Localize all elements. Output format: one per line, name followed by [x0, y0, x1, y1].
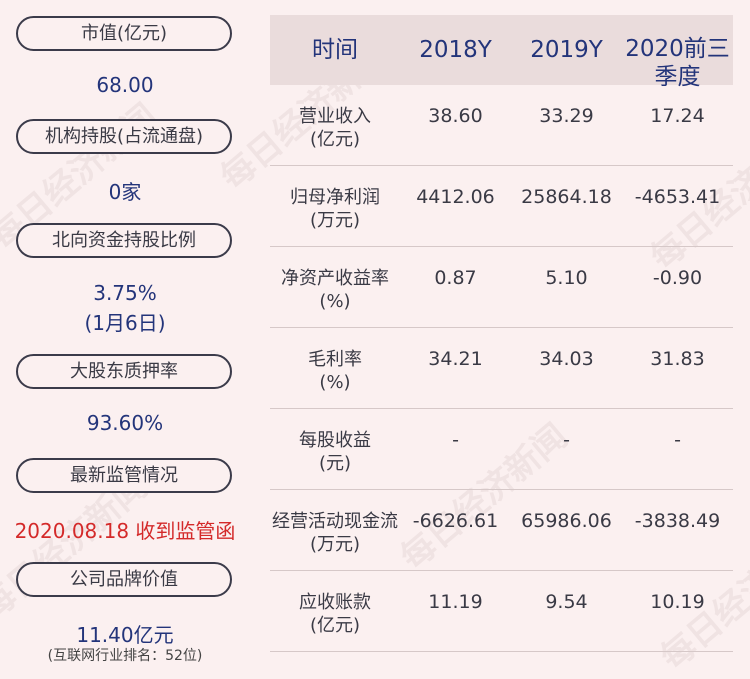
cell-2018: 4412.06	[416, 186, 495, 208]
cell-2018: -6626.61	[412, 510, 499, 532]
row-label: 毛利率 (%)	[308, 349, 362, 393]
stock-summary-panel: 市值(亿元) 68.00 机构持股(占流通盘) 0家 北向资金持股比例 3.75…	[0, 0, 250, 678]
institution-holding-label: 机构持股(占流通盘)	[16, 119, 232, 154]
cell-2020: -0.90	[652, 267, 703, 289]
cell-2019: 65986.06	[521, 510, 612, 532]
cell-2019: 25864.18	[521, 186, 612, 208]
brand-rank: (互联网行业排名：52位)	[47, 648, 203, 664]
pledge-ratio-value: 93.60%	[86, 411, 164, 435]
table-header: 时间 2018Y 2019Y 2020前三季度	[270, 15, 733, 90]
cell-2019: 34.03	[539, 348, 594, 370]
header-2018: 2018Y	[419, 37, 492, 63]
brand-value-label: 公司品牌价值	[16, 562, 232, 597]
cell-2019: 5.10	[545, 267, 588, 289]
header-2020q3: 2020前三季度	[625, 36, 730, 90]
cell-2019: 33.29	[539, 105, 594, 127]
northbound-ratio-value: 3.75%	[93, 281, 157, 305]
row-label: 应收账款 (亿元)	[299, 592, 371, 636]
row-label: 净资产收益率 (%)	[281, 268, 389, 312]
cell-2020: 31.83	[650, 348, 705, 370]
cell-2020: -	[674, 429, 681, 451]
row-label: 经营活动现金流 (万元)	[272, 511, 398, 555]
table-row: 经营活动现金流 (万元) -6626.61 65986.06 -3838.49	[270, 490, 733, 571]
market-cap-label: 市值(亿元)	[16, 16, 232, 51]
cell-2018: 11.19	[428, 591, 483, 613]
table-row: 营业收入 (亿元) 38.60 33.29 17.24	[270, 85, 733, 166]
table-row: 应收账款 (亿元) 11.19 9.54 10.19	[270, 571, 733, 652]
cell-2018: 0.87	[434, 267, 477, 289]
cell-2018: 38.60	[428, 105, 483, 127]
table-row: 每股收益 (元) - - -	[270, 409, 733, 490]
cell-2020: 17.24	[650, 105, 705, 127]
northbound-ratio-date: (1月6日)	[84, 311, 166, 335]
pledge-ratio-label: 大股东质押率	[16, 354, 232, 389]
table-row: 毛利率 (%) 34.21 34.03 31.83	[270, 328, 733, 409]
financial-table: 时间 2018Y 2019Y 2020前三季度 营业收入 (亿元) 38.60 3…	[270, 15, 733, 652]
header-time: 时间	[312, 37, 358, 63]
row-label: 营业收入 (亿元)	[299, 106, 371, 150]
market-cap-value: 68.00	[96, 73, 154, 97]
cell-2020: -4653.41	[634, 186, 721, 208]
table-row: 归母净利润 (万元) 4412.06 25864.18 -4653.41	[270, 166, 733, 247]
cell-2019: 9.54	[545, 591, 588, 613]
row-label: 每股收益 (元)	[299, 430, 371, 474]
cell-2020: 10.19	[650, 591, 705, 613]
cell-2018: -	[452, 429, 459, 451]
cell-2020: -3838.49	[634, 510, 721, 532]
header-2019: 2019Y	[530, 37, 603, 63]
institution-holding-value: 0家	[108, 180, 142, 204]
row-label: 归母净利润 (万元)	[290, 187, 380, 231]
table-row: 净资产收益率 (%) 0.87 5.10 -0.90	[270, 247, 733, 328]
regulation-label: 最新监管情况	[16, 458, 232, 493]
cell-2019: -	[563, 429, 570, 451]
regulation-value: 2020.08.18 收到监管函	[14, 519, 236, 543]
brand-value: 11.40亿元	[76, 623, 174, 647]
northbound-ratio-label: 北向资金持股比例	[16, 223, 232, 258]
cell-2018: 34.21	[428, 348, 483, 370]
